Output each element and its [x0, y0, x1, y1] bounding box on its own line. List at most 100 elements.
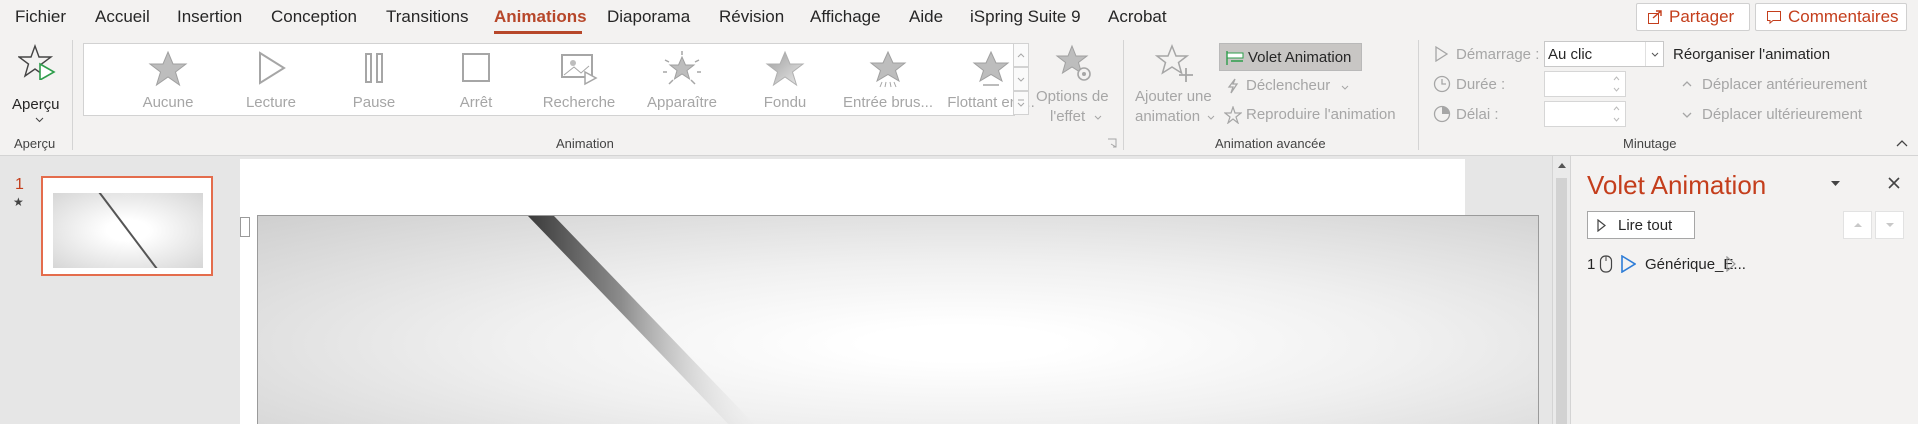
spinner-down-icon[interactable]: [1613, 117, 1620, 122]
text-placeholder-handle[interactable]: [240, 217, 250, 237]
gallery-item-fondu[interactable]: Fondu: [734, 44, 836, 116]
menu-bar: Fichier Accueil Insertion Conception Tra…: [0, 0, 1918, 34]
gallery-scroll-up[interactable]: [1013, 43, 1029, 67]
stop-icon: [462, 53, 490, 82]
start-select[interactable]: Au clic: [1544, 41, 1664, 67]
slide-background-shape[interactable]: [257, 215, 1539, 424]
play-icon: [1597, 219, 1606, 232]
animation-list-item[interactable]: 1 Générique_E...: [1587, 252, 1907, 276]
gallery-label: Entrée brus...: [842, 94, 934, 111]
move-up-button[interactable]: [1843, 211, 1872, 239]
gallery-more-button[interactable]: [1013, 91, 1029, 115]
gallery-item-pause[interactable]: Pause: [323, 44, 425, 116]
trigger-button[interactable]: Déclencheur: [1224, 75, 1354, 97]
animation-pane: Volet Animation Lire tout 1 Générique_E.…: [1570, 156, 1918, 424]
seek-icon: [561, 54, 598, 86]
share-button[interactable]: Partager: [1636, 3, 1750, 31]
chevron-down-icon: [1651, 52, 1658, 57]
slide-thumbnail-content: [53, 193, 203, 268]
share-label: Partager: [1669, 7, 1735, 26]
gallery-item-arret[interactable]: Arrêt: [425, 44, 527, 116]
gallery-item-recherche[interactable]: Recherche: [528, 44, 630, 116]
diagonal-band-shape: [528, 216, 755, 424]
move-later-button[interactable]: Déplacer ultérieurement: [1680, 104, 1900, 126]
gallery-item-lecture[interactable]: Lecture: [220, 44, 322, 116]
animation-pane-button[interactable]: Volet Animation: [1219, 43, 1362, 71]
move-later-label: Déplacer ultérieurement: [1702, 106, 1863, 123]
play-icon: [259, 51, 286, 85]
duration-field[interactable]: [1544, 71, 1626, 97]
trigger-label: Déclencheur: [1246, 77, 1331, 94]
tab-revision[interactable]: Révision: [719, 7, 784, 27]
add-animation-line1: Ajouter une: [1135, 88, 1212, 105]
animation-painter-label: Reproduire l'animation: [1246, 106, 1396, 123]
fly-in-star-icon: [869, 50, 907, 88]
close-icon[interactable]: [1887, 176, 1901, 190]
collapse-ribbon-icon[interactable]: [1896, 140, 1908, 147]
fade-star-icon: [765, 50, 805, 87]
spinner-down-icon[interactable]: [1613, 87, 1620, 92]
delay-field[interactable]: [1544, 101, 1626, 127]
tab-animations[interactable]: Animations: [494, 7, 587, 27]
group-separator: [72, 40, 73, 150]
timing-bar-icon: [1726, 256, 1736, 272]
share-icon: [1648, 10, 1662, 24]
effect-options-line2: l'effet: [1050, 108, 1086, 125]
slide-animation-star: ★: [13, 195, 24, 209]
pane-title: Volet Animation: [1587, 170, 1767, 200]
play-all-button[interactable]: Lire tout: [1587, 211, 1695, 239]
tab-diaporama[interactable]: Diaporama: [607, 7, 690, 27]
gallery-item-apparaitre[interactable]: Apparaître: [631, 44, 733, 116]
gallery-label: Apparaître: [646, 94, 718, 111]
tab-conception[interactable]: Conception: [271, 7, 357, 27]
effect-options-icon: [1055, 44, 1091, 81]
clock-icon: [1433, 75, 1451, 93]
effect-options-button[interactable]: Options de l'effet: [1034, 42, 1114, 128]
start-play-icon: [1435, 46, 1448, 62]
mouse-click-icon: [1599, 255, 1613, 273]
start-dropdown-button[interactable]: [1645, 42, 1663, 66]
chevron-down-icon: [1094, 115, 1102, 120]
start-value: Au clic: [1548, 46, 1593, 63]
spinner-up-icon[interactable]: [1613, 76, 1620, 81]
dialog-launcher-icon[interactable]: [1107, 138, 1117, 148]
delay-label: Délai :: [1456, 106, 1499, 123]
appear-star-icon: [663, 51, 701, 85]
chevron-down-icon: [35, 117, 44, 123]
animation-pane-label: Volet Animation: [1248, 49, 1352, 66]
scroll-up-arrow-icon[interactable]: [1557, 162, 1567, 169]
tab-insertion[interactable]: Insertion: [177, 7, 242, 27]
tab-fichier[interactable]: Fichier: [15, 7, 66, 27]
play-all-label: Lire tout: [1618, 217, 1673, 234]
move-down-button[interactable]: [1875, 211, 1904, 239]
comments-button[interactable]: Commentaires: [1755, 3, 1907, 31]
gallery-item-entree-brusque[interactable]: Entrée brus...: [837, 44, 939, 116]
comment-icon: [1767, 11, 1781, 25]
gallery-label: Recherche: [542, 94, 616, 111]
tab-aide[interactable]: Aide: [909, 7, 943, 27]
tab-affichage[interactable]: Affichage: [810, 7, 881, 27]
chevron-up-icon: [1682, 81, 1692, 87]
animation-painter-button[interactable]: Reproduire l'animation: [1224, 104, 1404, 126]
slide-thumbnail[interactable]: [41, 176, 213, 276]
scrollbar-thumb[interactable]: [1556, 178, 1567, 424]
tab-ispring[interactable]: iSpring Suite 9: [970, 7, 1081, 27]
pause-icon: [365, 53, 383, 83]
tab-acrobat[interactable]: Acrobat: [1108, 7, 1167, 27]
animation-painter-icon: [1224, 106, 1242, 124]
move-earlier-button[interactable]: Déplacer antérieurement: [1680, 74, 1900, 96]
tab-accueil[interactable]: Accueil: [95, 7, 150, 27]
lightning-icon: [1227, 78, 1239, 94]
tab-transitions[interactable]: Transitions: [386, 7, 469, 27]
pane-options-dropdown-icon[interactable]: [1830, 180, 1841, 186]
gallery-label: Lecture: [245, 94, 297, 111]
gallery-scroll-down[interactable]: [1013, 67, 1029, 91]
spinner-up-icon[interactable]: [1613, 106, 1620, 111]
slide-vertical-scrollbar[interactable]: [1552, 156, 1570, 424]
gallery-item-aucune[interactable]: Aucune: [117, 44, 219, 116]
slide-thumbnails-panel: 1 ★: [0, 156, 240, 424]
preview-button[interactable]: Aperçu: [8, 42, 64, 128]
add-animation-button[interactable]: Ajouter une animation: [1133, 42, 1215, 128]
ribbon: Aperçu Aperçu Aucune Lecture Pause Arrêt…: [0, 34, 1918, 156]
comments-label: Commentaires: [1788, 7, 1899, 26]
